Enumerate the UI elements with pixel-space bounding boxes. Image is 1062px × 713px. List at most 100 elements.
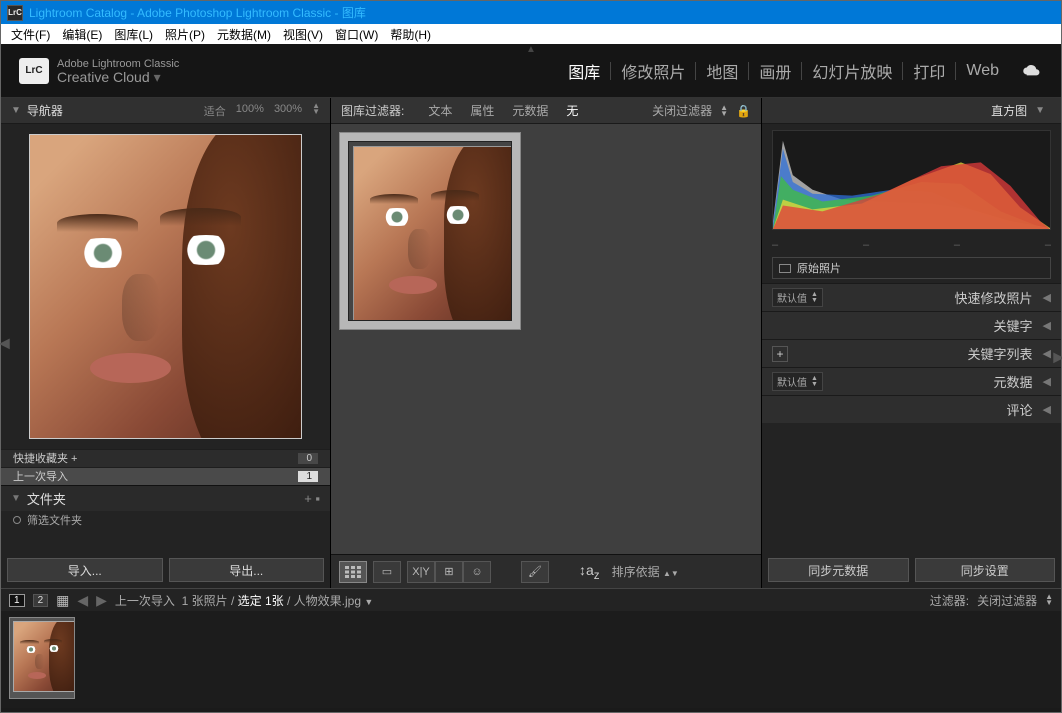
module-library[interactable]: 图库 — [558, 59, 610, 83]
collapse-right-icon[interactable]: ▶ — [1053, 348, 1062, 365]
quick-collection-row[interactable]: 快捷收藏夹 + 0 — [1, 449, 330, 467]
module-header: ▲ LrC Adobe Lightroom Classic Creative C… — [1, 44, 1061, 98]
collapse-left-icon[interactable]: ◀ — [0, 335, 10, 352]
histogram-chart[interactable] — [762, 124, 1061, 237]
monitor-1-button[interactable]: 1 — [9, 594, 25, 607]
filmstrip: 1 2 ▦ ◀ ▶ 上一次导入 1 张照片 / 选定 1张 / 人物效果.jpg… — [1, 588, 1061, 708]
window-titlebar: LrC Lightroom Catalog - Adobe Photoshop … — [1, 1, 1061, 24]
navigator-preview[interactable] — [29, 134, 302, 439]
zoom-100[interactable]: 100% — [236, 103, 264, 119]
disclosure-icon: ▼ — [11, 105, 21, 116]
zoom-300[interactable]: 300% — [274, 103, 302, 119]
sort-direction-icon[interactable]: ↕az — [579, 562, 600, 582]
people-view-icon[interactable]: ☺ — [463, 561, 491, 583]
jump-grid-icon[interactable]: ▦ — [56, 592, 69, 609]
module-print[interactable]: 打印 — [903, 59, 955, 83]
preset-dropdown[interactable]: 默认值▲▼ — [772, 288, 823, 307]
original-photo-row[interactable]: 原始照片 — [772, 257, 1051, 279]
module-develop[interactable]: 修改照片 — [611, 59, 695, 83]
nav-back-icon[interactable]: ◀ — [77, 592, 88, 609]
filter-preset-stepper-icon[interactable]: ▲▼ — [720, 105, 728, 117]
grid-cell[interactable] — [339, 132, 521, 330]
menu-help[interactable]: 帮助(H) — [384, 26, 437, 43]
module-web[interactable]: Web — [956, 62, 1009, 80]
filter-off-label[interactable]: 关闭过滤器 — [652, 102, 712, 119]
menu-metadata[interactable]: 元数据(M) — [211, 26, 277, 43]
compare-view-icon[interactable]: X|Y — [407, 561, 435, 583]
add-folder-icon[interactable]: + ▪ — [304, 491, 320, 506]
menu-view[interactable]: 视图(V) — [277, 26, 329, 43]
disclosure-icon: ◀ — [1043, 347, 1051, 360]
module-book[interactable]: 画册 — [749, 59, 801, 83]
folders-header[interactable]: ▼ 文件夹 + ▪ — [1, 485, 330, 511]
histogram-header[interactable]: 直方图 ▼ — [762, 98, 1061, 124]
path-filename: 人物效果.jpg — [294, 594, 361, 608]
histogram-readout: –––– — [762, 237, 1061, 253]
menu-photo[interactable]: 照片(P) — [159, 26, 211, 43]
add-keyword-icon[interactable]: + — [772, 346, 788, 362]
quick-develop-header[interactable]: 默认值▲▼ 快速修改照片 ◀ — [762, 283, 1061, 311]
folder-filter-row[interactable]: 筛选文件夹 — [1, 511, 330, 529]
app-logo: LrC — [19, 58, 49, 84]
metadata-header[interactable]: 默认值▲▼ 元数据 ◀ — [762, 367, 1061, 395]
library-filter-bar: 图库过滤器: 文本 属性 元数据 无 关闭过滤器 ▲▼ 🔒 — [331, 98, 761, 124]
filmstrip-filter-stepper-icon[interactable]: ▲▼ — [1045, 594, 1053, 606]
menu-window[interactable]: 窗口(W) — [329, 26, 384, 43]
disclosure-icon: ◀ — [1043, 319, 1051, 332]
module-slideshow[interactable]: 幻灯片放映 — [802, 59, 902, 83]
disclosure-icon: ▼ — [11, 493, 21, 504]
collapse-top-icon[interactable]: ▲ — [526, 44, 536, 55]
filmstrip-toolbar: 1 2 ▦ ◀ ▶ 上一次导入 1 张照片 / 选定 1张 / 人物效果.jpg… — [1, 589, 1061, 611]
survey-view-icon[interactable]: ⊞ — [435, 561, 463, 583]
filmstrip-filter-off[interactable]: 关闭过滤器 — [977, 592, 1037, 609]
quick-develop-label: 快速修改照片 — [955, 288, 1033, 307]
folders-title: 文件夹 — [27, 489, 66, 508]
histogram-title: 直方图 — [991, 102, 1027, 119]
filter-text[interactable]: 文本 — [428, 102, 452, 119]
metadata-preset-dropdown[interactable]: 默认值▲▼ — [772, 372, 823, 391]
menu-edit[interactable]: 编辑(E) — [56, 26, 108, 43]
filter-lock-icon[interactable]: 🔒 — [736, 104, 751, 118]
thumbnail[interactable] — [348, 141, 512, 321]
export-button[interactable]: 导出... — [169, 558, 325, 582]
filter-metadata[interactable]: 元数据 — [512, 102, 548, 119]
cloud-sync-icon[interactable] — [1021, 64, 1043, 78]
menu-bar: 文件(F) 编辑(E) 图库(L) 照片(P) 元数据(M) 视图(V) 窗口(… — [1, 24, 1061, 44]
keyword-list-header[interactable]: + 关键字列表 ◀ — [762, 339, 1061, 367]
quick-collection-label: 快捷收藏夹 + — [13, 450, 77, 466]
search-icon — [13, 516, 21, 524]
metadata-label: 元数据 — [994, 372, 1033, 391]
navigator-header[interactable]: ▼ 导航器 适合 100% 300% ▲▼ — [1, 98, 330, 124]
comments-header[interactable]: 评论 ◀ — [762, 395, 1061, 423]
nav-forward-icon[interactable]: ▶ — [96, 592, 107, 609]
filmstrip-filter-label: 过滤器: — [930, 592, 969, 609]
monitor-2-button[interactable]: 2 — [33, 594, 49, 607]
loupe-view-icon[interactable]: ▭ — [373, 561, 401, 583]
filter-attribute[interactable]: 属性 — [470, 102, 494, 119]
menu-file[interactable]: 文件(F) — [5, 26, 56, 43]
zoom-fit[interactable]: 适合 — [204, 103, 226, 119]
comments-label: 评论 — [1007, 400, 1033, 419]
painter-tool-icon[interactable]: 🖌 — [521, 561, 549, 583]
quick-collection-count: 0 — [298, 453, 318, 464]
import-button[interactable]: 导入... — [7, 558, 163, 582]
grid-view[interactable] — [331, 124, 761, 338]
path-selected: 选定 1张 — [238, 594, 284, 608]
previous-import-row[interactable]: 上一次导入 1 — [1, 467, 330, 485]
sync-settings-button[interactable]: 同步设置 — [915, 558, 1056, 582]
keywording-label: 关键字 — [994, 316, 1033, 335]
filmstrip-path[interactable]: 上一次导入 1 张照片 / 选定 1张 / 人物效果.jpg ▼ — [115, 592, 373, 609]
module-map[interactable]: 地图 — [696, 59, 748, 83]
grid-view-icon[interactable] — [339, 561, 367, 583]
brand-dropdown-icon[interactable]: ▾ — [154, 69, 161, 85]
keywording-header[interactable]: 关键字 ◀ — [762, 311, 1061, 339]
sync-metadata-button[interactable]: 同步元数据 — [768, 558, 909, 582]
zoom-stepper-icon[interactable]: ▲▼ — [312, 103, 320, 119]
menu-library[interactable]: 图库(L) — [108, 26, 159, 43]
disclosure-icon: ▼ — [1035, 105, 1045, 116]
brand-text[interactable]: Adobe Lightroom Classic Creative Cloud▾ — [57, 58, 179, 84]
filmstrip-thumb[interactable] — [9, 617, 75, 699]
path-source: 上一次导入 — [115, 594, 175, 608]
filter-none[interactable]: 无 — [566, 102, 578, 119]
sort-label[interactable]: 排序依据 ▲▼ — [612, 563, 679, 580]
